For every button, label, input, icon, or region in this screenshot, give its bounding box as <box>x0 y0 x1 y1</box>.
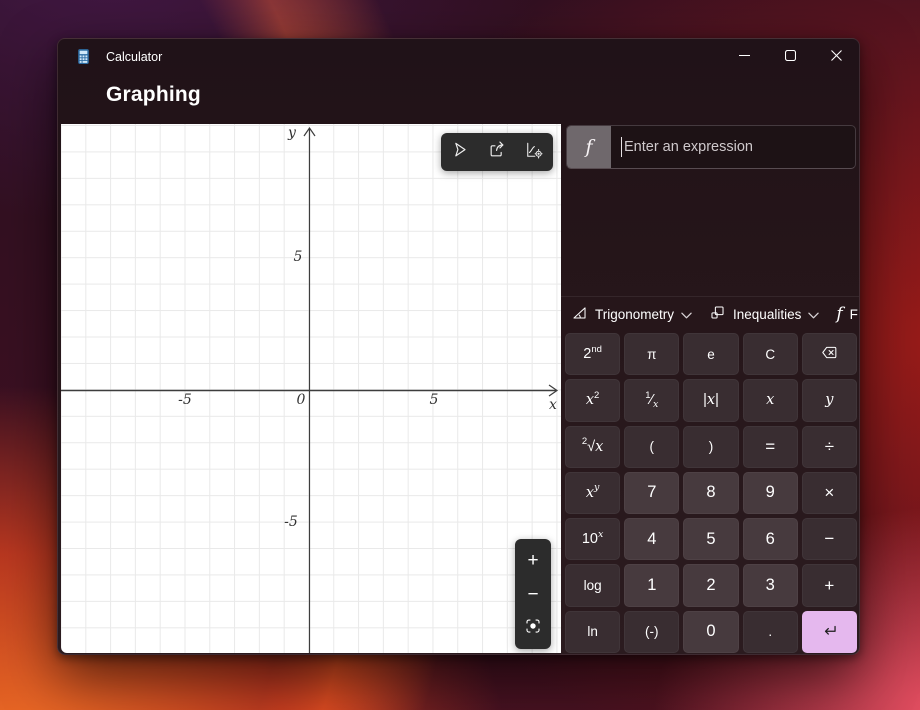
key-x-label: x <box>766 392 775 409</box>
axis-letter: y <box>288 125 296 141</box>
tick-label: -5 <box>178 392 192 408</box>
zoom-out-button[interactable]: − <box>519 582 547 606</box>
graph-in-view-icon <box>524 617 542 639</box>
maximize-button[interactable] <box>767 39 813 75</box>
enter-icon <box>820 621 839 643</box>
function-icon: f <box>836 304 843 324</box>
key-2[interactable]: 2 <box>683 564 739 607</box>
key-plus[interactable]: + <box>801 564 857 607</box>
key-decimal[interactable]: . <box>742 610 798 653</box>
close-icon <box>830 48 842 66</box>
key-x[interactable]: x <box>742 379 798 422</box>
functions-button[interactable]: fF <box>836 304 858 324</box>
inequalities-label: Inequalities <box>733 306 802 322</box>
expression-placeholder: Enter an expression <box>624 139 753 155</box>
expression-input[interactable]: f Enter an expression <box>566 125 856 169</box>
key-x-power-y[interactable]: xy <box>565 471 621 515</box>
key-minus[interactable]: − <box>801 518 857 561</box>
share-icon <box>487 140 507 165</box>
key-4[interactable]: 4 <box>624 518 680 561</box>
key-absolute-value-label: | x | <box>703 392 719 409</box>
key-x-power-y-label: xy <box>585 482 600 501</box>
chevron-down-icon <box>808 307 820 322</box>
minimize-button[interactable] <box>721 39 767 75</box>
key-7[interactable]: 7 <box>624 471 680 515</box>
tick-label: -5 <box>284 514 298 530</box>
key-pi[interactable]: π <box>624 333 680 376</box>
triangle-icon <box>571 304 588 324</box>
key-multiply[interactable]: × <box>801 471 857 515</box>
tick-label: 5 <box>293 249 303 265</box>
key-1[interactable]: 1 <box>624 564 680 607</box>
key-x-squared-label: x2 <box>585 389 600 409</box>
calculator-window: Calculator Graphing -5 0 5 x 5 -5 y + − <box>57 38 860 655</box>
function-categories: Trigonometry Inequalities f F <box>563 297 859 331</box>
key-clear[interactable]: C <box>742 333 798 376</box>
key-log[interactable]: log <box>565 564 621 607</box>
key-divide[interactable]: ÷ <box>801 425 857 468</box>
maximize-icon <box>784 48 796 66</box>
graph-options-icon <box>524 140 544 165</box>
tick-label: 5 <box>429 392 439 408</box>
chevron-down-icon <box>681 307 692 322</box>
key-2nd[interactable]: 2nd <box>565 333 621 376</box>
axes <box>61 126 559 653</box>
key-x-squared[interactable]: x2 <box>565 379 621 422</box>
text-caret <box>621 137 622 157</box>
function-symbol: f <box>585 136 593 158</box>
key-8[interactable]: 8 <box>683 471 739 515</box>
zoom-in-button[interactable]: + <box>519 548 547 572</box>
key-9[interactable]: 9 <box>742 471 798 515</box>
graph-in-view-button[interactable] <box>519 616 547 640</box>
key-y[interactable]: y <box>801 379 857 422</box>
key-reciprocal-label: 1 ⁄ x <box>645 389 659 410</box>
trace-button[interactable] <box>444 137 476 167</box>
key-euler[interactable]: e <box>683 333 739 376</box>
key-0[interactable]: 0 <box>683 610 739 653</box>
key-enter[interactable] <box>801 610 857 653</box>
key-square-root[interactable]: 2 √ x <box>565 425 621 468</box>
keypad: 2nd π e Cx 2 1 ⁄ x | x | x y 2 √ x() = ÷ x y 7 8 9 × 10 x 4 5 6− log 1… <box>565 333 857 653</box>
window-title: Calculator <box>106 50 163 64</box>
minimize-icon <box>738 48 750 66</box>
key-10-power-x[interactable]: 10 x <box>565 518 621 561</box>
key-10-power-x-label: 10 x <box>581 528 604 548</box>
key-equals[interactable]: = <box>742 425 798 468</box>
graph-toolbar <box>441 133 553 171</box>
function-prefix-badge: f <box>567 126 611 168</box>
share-button[interactable] <box>481 137 513 167</box>
key-backspace[interactable] <box>801 333 857 376</box>
titlebar[interactable]: Calculator <box>58 39 859 75</box>
trigonometry-label: Trigonometry <box>595 306 675 322</box>
key-reciprocal[interactable]: 1 ⁄ x <box>624 379 680 422</box>
close-button[interactable] <box>813 39 859 75</box>
zoom-panel: + − <box>515 539 551 649</box>
key-ln[interactable]: ln <box>565 610 621 653</box>
graph-canvas[interactable]: -5 0 5 x 5 -5 y + − <box>61 124 561 653</box>
inequalities-button[interactable]: Inequalities <box>709 304 820 324</box>
backspace-icon <box>820 343 839 365</box>
calculator-app-icon <box>75 48 92 65</box>
key-open-paren[interactable]: ( <box>624 425 680 468</box>
key-2nd-label: 2nd <box>583 343 602 363</box>
page-title: Graphing <box>106 83 201 106</box>
trace-icon <box>450 140 470 165</box>
squares-icon <box>709 304 726 324</box>
desktop: { "window": { "title": "Calculator" }, "… <box>0 0 920 710</box>
key-negate[interactable]: (-) <box>624 610 680 653</box>
key-6[interactable]: 6 <box>742 518 798 561</box>
key-3[interactable]: 3 <box>742 564 798 607</box>
key-square-root-label: 2 √ x <box>581 436 604 455</box>
key-y-label: y <box>825 392 834 409</box>
tick-label: 0 <box>296 392 306 408</box>
axis-letter: x <box>549 397 557 413</box>
trigonometry-button[interactable]: Trigonometry <box>571 304 692 324</box>
key-close-paren[interactable]: ) <box>683 425 739 468</box>
key-5[interactable]: 5 <box>683 518 739 561</box>
functions-label: F <box>849 306 858 322</box>
key-absolute-value[interactable]: | x | <box>683 379 739 422</box>
graph-options-button[interactable] <box>518 137 550 167</box>
